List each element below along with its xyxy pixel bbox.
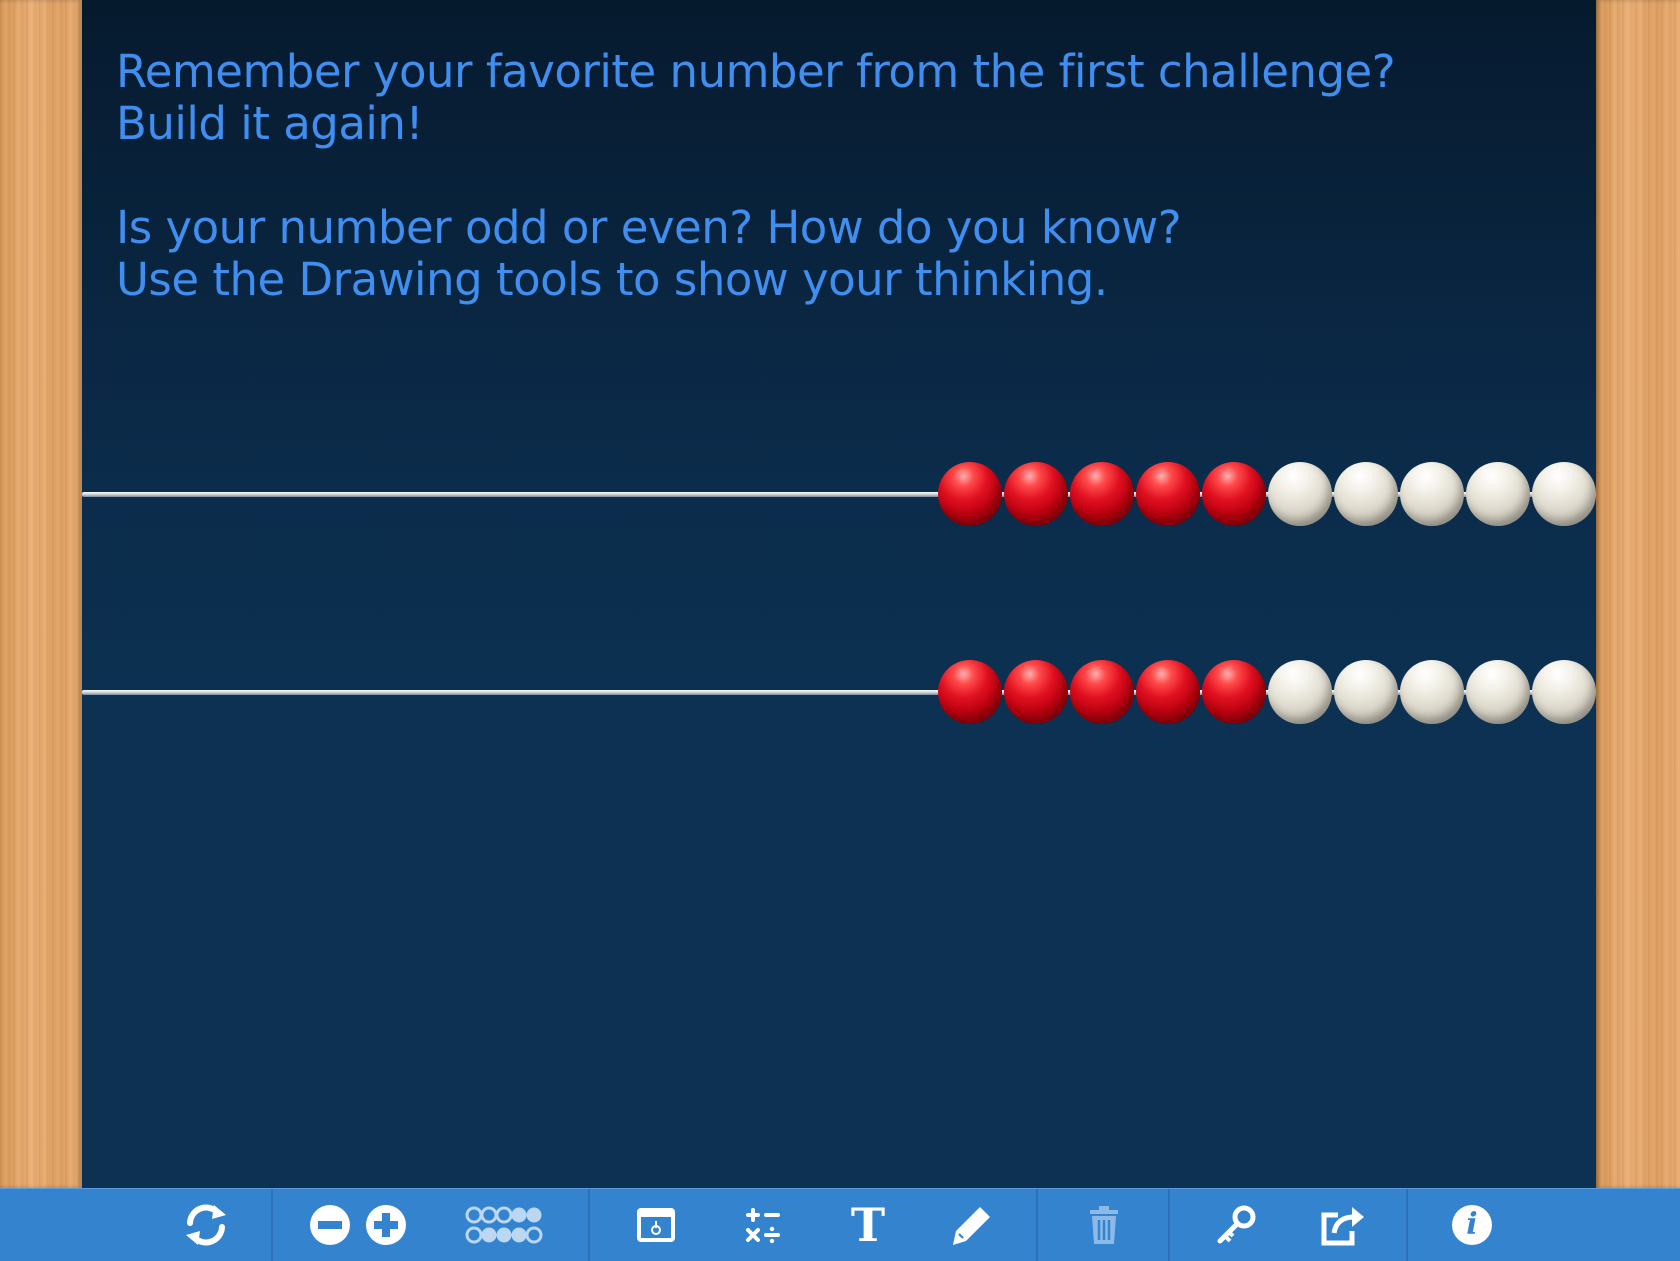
challenge-prompt: Remember your favorite number from the f… bbox=[116, 46, 1416, 306]
toolbar-divider bbox=[1406, 1189, 1408, 1261]
operations-button[interactable] bbox=[740, 1199, 784, 1251]
white-bead[interactable] bbox=[1466, 660, 1530, 724]
bead-layout-button[interactable] bbox=[464, 1199, 546, 1251]
add-row-icon bbox=[366, 1205, 406, 1245]
share-icon bbox=[1321, 1207, 1364, 1246]
red-bead[interactable] bbox=[1136, 660, 1200, 724]
text-tool-button[interactable]: T bbox=[846, 1199, 890, 1251]
share-button[interactable] bbox=[1318, 1199, 1366, 1251]
white-bead[interactable] bbox=[1532, 462, 1596, 526]
key-icon bbox=[1217, 1205, 1256, 1244]
white-bead[interactable] bbox=[1466, 462, 1530, 526]
reset-button[interactable] bbox=[178, 1199, 234, 1251]
red-bead[interactable] bbox=[938, 660, 1002, 724]
toolbar-divider bbox=[271, 1189, 273, 1261]
prompt-line-1: Remember your favorite number from the f… bbox=[116, 45, 1396, 98]
red-bead[interactable] bbox=[1070, 660, 1134, 724]
toolbar-divider bbox=[588, 1189, 590, 1261]
wood-frame-left bbox=[0, 0, 82, 1188]
red-bead[interactable] bbox=[1004, 462, 1068, 526]
reset-icon bbox=[186, 1204, 226, 1246]
trash-button[interactable] bbox=[1082, 1199, 1126, 1251]
bottom-toolbar: T i bbox=[0, 1188, 1680, 1261]
operations-icon bbox=[746, 1208, 780, 1244]
add-row-button[interactable] bbox=[364, 1199, 408, 1251]
info-icon: i bbox=[1452, 1205, 1492, 1245]
pencil-icon bbox=[953, 1207, 990, 1245]
prompt-line-4: Use the Drawing tools to show your think… bbox=[116, 253, 1108, 306]
white-bead[interactable] bbox=[1268, 660, 1332, 724]
red-bead[interactable] bbox=[938, 462, 1002, 526]
white-bead[interactable] bbox=[1400, 462, 1464, 526]
prompt-line-3: Is your number odd or even? How do you k… bbox=[116, 201, 1182, 254]
info-button[interactable]: i bbox=[1450, 1199, 1494, 1251]
red-bead[interactable] bbox=[1070, 462, 1134, 526]
cover-button[interactable] bbox=[634, 1199, 678, 1251]
text-tool-icon: T bbox=[850, 1198, 886, 1252]
toolbar-divider bbox=[1168, 1189, 1170, 1261]
white-bead[interactable] bbox=[1334, 660, 1398, 724]
white-bead[interactable] bbox=[1334, 462, 1398, 526]
pencil-button[interactable] bbox=[950, 1199, 994, 1251]
bead-row-1[interactable] bbox=[938, 462, 1598, 526]
bead-row-2[interactable] bbox=[938, 660, 1598, 724]
red-bead[interactable] bbox=[1202, 462, 1266, 526]
remove-row-button[interactable] bbox=[308, 1199, 352, 1251]
trash-icon bbox=[1090, 1206, 1118, 1244]
prompt-line-2: Build it again! bbox=[116, 97, 424, 150]
red-bead[interactable] bbox=[1202, 660, 1266, 724]
white-bead[interactable] bbox=[1400, 660, 1464, 724]
red-bead[interactable] bbox=[1136, 462, 1200, 526]
info-glyph: i bbox=[1466, 1207, 1478, 1242]
key-button[interactable] bbox=[1214, 1199, 1258, 1251]
wood-frame-right bbox=[1596, 0, 1680, 1188]
remove-row-icon bbox=[310, 1205, 350, 1245]
toolbar-divider bbox=[1036, 1189, 1038, 1261]
cover-icon bbox=[637, 1208, 675, 1242]
white-bead[interactable] bbox=[1532, 660, 1596, 724]
white-bead[interactable] bbox=[1268, 462, 1332, 526]
red-bead[interactable] bbox=[1004, 660, 1068, 724]
bead-layout-icon bbox=[465, 1206, 543, 1244]
